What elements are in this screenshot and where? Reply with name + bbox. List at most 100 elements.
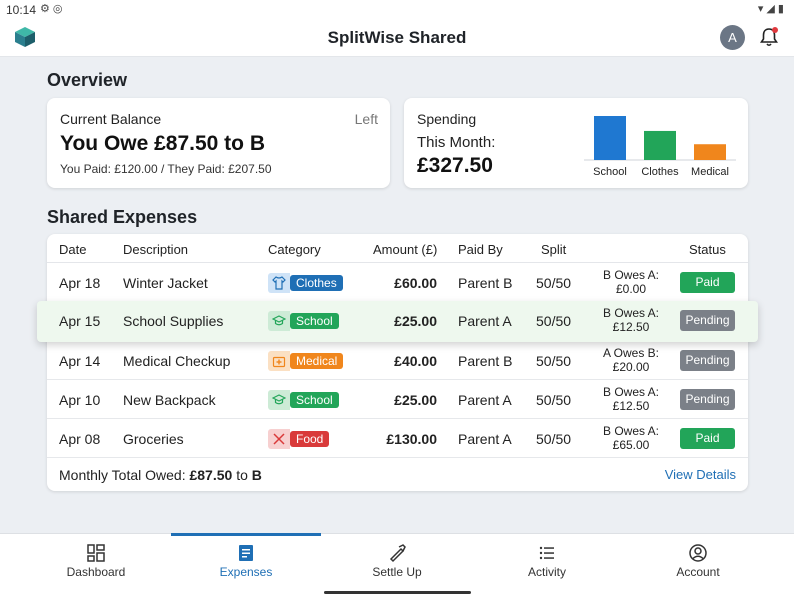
shirt-icon <box>268 273 290 293</box>
spending-amount: £327.50 <box>417 154 493 177</box>
row-date: Apr 14 <box>59 353 101 369</box>
col-date: Date <box>59 242 87 257</box>
row-paid-by: Parent B <box>458 275 513 291</box>
spending-card[interactable]: Spending This Month: £327.50 School Cloth… <box>404 98 748 188</box>
handshake-icon <box>389 544 406 563</box>
dashboard-icon <box>87 544 105 562</box>
graduation-cap-icon <box>268 390 290 410</box>
app-bar: SplitWise Shared A <box>0 20 794 57</box>
nav-label: Dashboard <box>66 565 126 579</box>
nav-dashboard[interactable]: Dashboard <box>21 534 171 594</box>
monthly-total-amount: £87.50 <box>189 467 233 483</box>
row-owes: B Owes A: £0.00 <box>596 268 666 296</box>
monthly-total-label: Monthly Total Owed: <box>59 467 186 483</box>
table-row[interactable]: Apr 18 Winter Jacket Clothes £60.00 Parent B… <box>47 263 748 302</box>
owes-amount: £12.50 <box>612 399 650 413</box>
row-description: Winter Jacket <box>123 275 208 291</box>
row-paid-by: Parent A <box>458 431 512 447</box>
nav-label: Account <box>676 565 720 579</box>
nav-label: Expenses <box>219 565 273 579</box>
balance-headline: You Owe £87.50 to B <box>60 132 266 155</box>
account-icon <box>689 544 707 562</box>
row-split: 50/50 <box>536 275 572 291</box>
category-chip: School <box>268 311 341 331</box>
category-label: School <box>290 313 339 329</box>
status-badge: Paid <box>680 272 735 293</box>
status-badge: Paid <box>680 428 735 449</box>
row-date: Apr 15 <box>59 313 101 329</box>
owes-label: B Owes A: <box>602 385 660 399</box>
spending-chart: School Clothes Medical <box>584 116 736 178</box>
home-indicator[interactable] <box>324 591 471 594</box>
avatar[interactable]: A <box>720 25 745 50</box>
table-row[interactable]: Apr 15 School Supplies School £25.00 Parent … <box>37 301 758 342</box>
category-label: Clothes <box>290 275 343 291</box>
category-chip: Medical <box>268 351 345 371</box>
owes-label: B Owes A: <box>602 306 660 320</box>
category-label: School <box>290 392 339 408</box>
owes-label: B Owes A: <box>602 268 660 282</box>
owes-label: B Owes A: <box>602 424 660 438</box>
nav-activity[interactable]: Activity <box>472 534 622 594</box>
nav-account[interactable]: Account <box>623 534 773 594</box>
monthly-total-party: B <box>251 467 262 483</box>
row-paid-by: Parent A <box>458 313 512 329</box>
owes-amount: £0.00 <box>615 282 647 296</box>
row-date: Apr 08 <box>59 431 101 447</box>
view-details-link[interactable]: View Details <box>665 467 736 482</box>
spending-label: Spending <box>417 111 477 127</box>
table-row[interactable]: Apr 14 Medical Checkup Medical £40.00 Parent… <box>47 341 748 380</box>
row-amount: £25.00 <box>394 313 437 329</box>
row-description: Groceries <box>123 431 184 447</box>
utensils-icon <box>268 429 290 449</box>
row-split: 50/50 <box>536 313 572 329</box>
row-description: School Supplies <box>123 313 224 329</box>
monthly-total: Monthly Total Owed: £87.50 to B <box>59 467 262 483</box>
receipt-icon <box>239 545 253 561</box>
row-owes: B Owes A: £12.50 <box>596 385 666 413</box>
row-amount: £25.00 <box>394 392 437 408</box>
expenses-table: Date Description Category Amount (£) Pai… <box>37 234 758 491</box>
medical-kit-icon <box>268 351 290 371</box>
nav-expenses[interactable]: Expenses <box>171 533 321 594</box>
nav-settle-up[interactable]: Settle Up <box>322 534 472 594</box>
status-badge: Pending <box>680 350 735 371</box>
row-split: 50/50 <box>536 392 572 408</box>
category-chip: Clothes <box>268 273 345 293</box>
table-header: Date Description Category Amount (£) Pai… <box>47 234 748 263</box>
status-badge: Pending <box>680 310 735 331</box>
balance-label: Current Balance <box>60 111 162 127</box>
row-owes: A Owes B: £20.00 <box>596 346 666 374</box>
balance-detail: You Paid: £120.00 / They Paid: £207.50 <box>60 162 272 176</box>
balance-tag: Left <box>354 111 378 127</box>
col-description: Description <box>123 242 189 257</box>
col-split: Split <box>541 242 567 257</box>
table-footer: Monthly Total Owed: £87.50 to B View Det… <box>47 459 748 491</box>
chart-label-clothes: Clothes <box>641 166 679 178</box>
row-paid-by: Parent A <box>458 392 512 408</box>
col-amount: Amount (£) <box>373 242 438 257</box>
nav-label: Activity <box>527 565 566 579</box>
row-date: Apr 18 <box>59 275 101 291</box>
row-amount: £60.00 <box>394 275 437 291</box>
category-chip: Food <box>268 429 331 449</box>
chart-bar-medical <box>694 144 726 160</box>
overview-heading: Overview <box>47 70 128 90</box>
nav-label: Settle Up <box>372 565 422 579</box>
balance-card[interactable]: Current Balance Left You Owe £87.50 to B… <box>47 98 390 188</box>
bell-icon[interactable] <box>758 26 780 48</box>
row-owes: B Owes A: £12.50 <box>596 306 666 334</box>
app-title: SplitWise Shared <box>327 28 467 47</box>
owes-amount: £12.50 <box>612 320 650 334</box>
row-amount: £40.00 <box>394 353 437 369</box>
table-row[interactable]: Apr 10 New Backpack School £25.00 Parent A 50… <box>47 380 748 419</box>
row-owes: B Owes A: £65.00 <box>596 424 666 452</box>
expenses-heading: Shared Expenses <box>47 207 198 227</box>
category-label: Medical <box>290 353 344 369</box>
table-row[interactable]: Apr 08 Groceries Food £130.00 Parent A 50/50 B… <box>47 419 748 458</box>
battery-icon: ▾ ◢ ▮ <box>757 3 784 15</box>
category-label: Food <box>290 431 330 447</box>
row-split: 50/50 <box>536 431 572 447</box>
row-split: 50/50 <box>536 353 572 369</box>
category-chip: School <box>268 390 341 410</box>
